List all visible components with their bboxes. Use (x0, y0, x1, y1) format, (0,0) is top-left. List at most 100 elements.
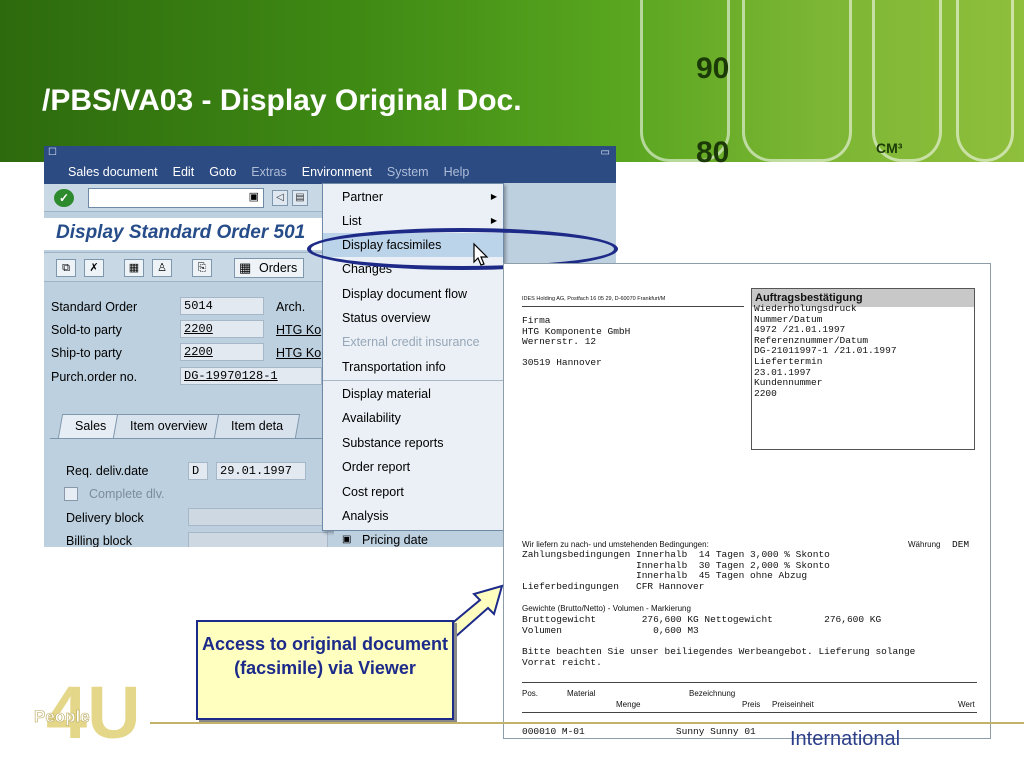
delivery-block-field[interactable] (188, 508, 328, 526)
req-deliv-label: Req. deliv.date (66, 464, 149, 478)
col-wert: Wert (958, 700, 975, 709)
sold-to-name-link[interactable]: HTG Ko (276, 323, 321, 337)
banner: 90 80 CM³ (0, 0, 1024, 169)
req-deliv-format-field[interactable]: D (188, 462, 208, 480)
menu-item-display-material[interactable]: Display material (323, 382, 503, 406)
pricing-date-label: ▣ Pricing date (334, 531, 504, 547)
tab-item-overview[interactable]: Item overview (113, 414, 225, 438)
menu-help[interactable]: Help (444, 165, 470, 179)
complete-dlv-label: Complete dlv. (89, 487, 165, 501)
tabstrip: Sales Item overview Item deta (57, 414, 301, 438)
menubar: Sales document Edit Goto Extras Environm… (44, 160, 616, 184)
complete-dlv-checkbox[interactable] (64, 487, 78, 501)
table-header-rule (522, 712, 977, 713)
command-field[interactable]: ▣ (88, 188, 264, 208)
col-bezeichnung: Bezeichnung (689, 689, 736, 698)
minimize-icon[interactable]: ▭ (601, 147, 610, 158)
menu-goto[interactable]: Goto (209, 165, 236, 179)
beaker-graphic (742, 0, 852, 162)
ship-to-field[interactable]: 2200 (180, 343, 264, 361)
enter-check-icon[interactable]: ✓ (54, 189, 74, 207)
advertising-note: Bitte beachten Sie unser beiliegendes We… (522, 646, 916, 668)
pricing-icon: ▣ (342, 534, 352, 545)
menu-sales-document[interactable]: Sales document (68, 165, 158, 179)
standard-order-field[interactable]: 5014 (180, 297, 264, 315)
back-icon[interactable]: ◁ (272, 190, 288, 206)
overview-icon[interactable]: ▦ (124, 259, 144, 277)
menu-item-availability[interactable]: Availability (323, 406, 503, 430)
col-preiseinheit: Preiseinheit (772, 700, 814, 709)
people4u-logo: 4U People (34, 672, 141, 746)
facsimile-viewer: IDES Holding AG, Postfach 16 05 29, D-60… (503, 263, 991, 739)
header-icon[interactable]: ⧉ (56, 259, 76, 277)
billing-block-label: Billing block (66, 534, 133, 547)
menu-item-order-report[interactable]: Order report (323, 455, 503, 479)
menu-item-external-credit: External credit insurance (342, 335, 480, 349)
purch-order-label: Purch.order no. (51, 370, 138, 384)
sender-rule (522, 306, 744, 307)
tube-mark-cm3: CM³ (876, 140, 903, 156)
table-top-rule (522, 682, 977, 683)
submenu-arrow-icon: ▶ (490, 192, 497, 201)
callout-box: Access to original document (facsimile) … (196, 620, 454, 720)
req-deliv-date-field[interactable]: 29.01.1997 (216, 462, 306, 480)
menu-item-status-overview[interactable]: Status overview (323, 306, 503, 330)
conditions-body: Zahlungsbedingungen Innerhalb 14 Tagen 3… (522, 549, 830, 592)
sold-to-field[interactable]: 2200 (180, 320, 264, 338)
callout-text: Access to original document (facsimile) … (201, 634, 449, 678)
conditions-intro: Wir liefern zu nach- und umstehenden Bed… (522, 540, 709, 549)
arch-label: Arch. (276, 300, 306, 314)
command-history-icon[interactable]: ▣ (249, 190, 259, 203)
flag-check-icon[interactable]: ✗ (84, 259, 104, 277)
orders-button[interactable]: ▦ Orders (234, 258, 305, 278)
standard-order-label: Standard Order (51, 300, 138, 314)
sold-to-label: Sold-to party (51, 323, 122, 337)
table-icon: ▦ (239, 260, 252, 275)
purch-order-field[interactable]: DG-19970128-1 (180, 367, 322, 385)
flask-graphic (872, 0, 942, 162)
recipient-address: Firma HTG Komponente GmbH Wernerstr. 12 … (522, 315, 631, 369)
footer-rule (150, 722, 1024, 724)
menu-item-analysis[interactable]: Analysis (323, 504, 503, 528)
tab-item-detail[interactable]: Item deta (214, 414, 301, 438)
menu-edit[interactable]: Edit (173, 165, 195, 179)
cylinder-graphic (956, 0, 1014, 162)
menu-system[interactable]: System (387, 165, 429, 179)
ship-to-name-link[interactable]: HTG Ko (276, 346, 321, 360)
sap-titlebar: ☐ ▭ (44, 146, 616, 160)
weights-body: Bruttogewicht 276,600 KG Nettogewicht 27… (522, 614, 882, 636)
currency-value: DEM (952, 539, 970, 550)
copy-icon[interactable]: ⎘ (192, 259, 212, 277)
confirmation-box: Auftragsbestätigung Wiederholungsdruck N… (751, 288, 975, 450)
currency-label: Währung (908, 540, 941, 549)
col-material: Material (567, 689, 596, 698)
tube-mark-90: 90 (696, 52, 730, 85)
logo-people-text: People (34, 707, 90, 726)
screen-title: Display Standard Order 501 (56, 222, 306, 243)
mouse-cursor-icon (473, 242, 489, 266)
menu-separator (323, 380, 503, 381)
footer-word: International (790, 728, 901, 750)
delivery-block-label: Delivery block (66, 511, 144, 525)
weights-heading: Gewichte (Brutto/Netto) - Volumen - Mark… (522, 604, 691, 613)
col-menge: Menge (616, 700, 641, 709)
menu-item-substance-reports[interactable]: Substance reports (323, 431, 503, 455)
window-menu-icon[interactable]: ☐ (48, 147, 57, 158)
sender-line: IDES Holding AG, Postfach 16 05 29, D-60… (522, 296, 666, 302)
confirmation-details: Wiederholungsdruck Nummer/Datum 4972 /21… (754, 303, 897, 399)
menu-item-transportation[interactable]: Transportation info (323, 355, 503, 379)
save-icon[interactable]: ▤ (292, 190, 308, 206)
col-pos: Pos. (522, 689, 539, 698)
slide: 90 80 CM³ /PBS/VA03 - Display Original D… (0, 0, 1024, 768)
menu-item-partner[interactable]: Partner ▶ (323, 185, 503, 209)
menu-extras[interactable]: Extras (251, 165, 286, 179)
menu-environment[interactable]: Environment (302, 165, 372, 179)
menu-item-cost-report[interactable]: Cost report (323, 480, 503, 504)
billing-block-field[interactable] (188, 532, 328, 547)
menu-item-document-flow[interactable]: Display document flow (323, 282, 503, 306)
table-row: 000010 M-01 Sunny Sunny 01 (522, 726, 756, 737)
col-preis: Preis (742, 700, 761, 709)
ship-to-label: Ship-to party (51, 346, 122, 360)
tube-mark-80: 80 (696, 136, 730, 169)
person-icon[interactable]: ♙ (152, 259, 172, 277)
